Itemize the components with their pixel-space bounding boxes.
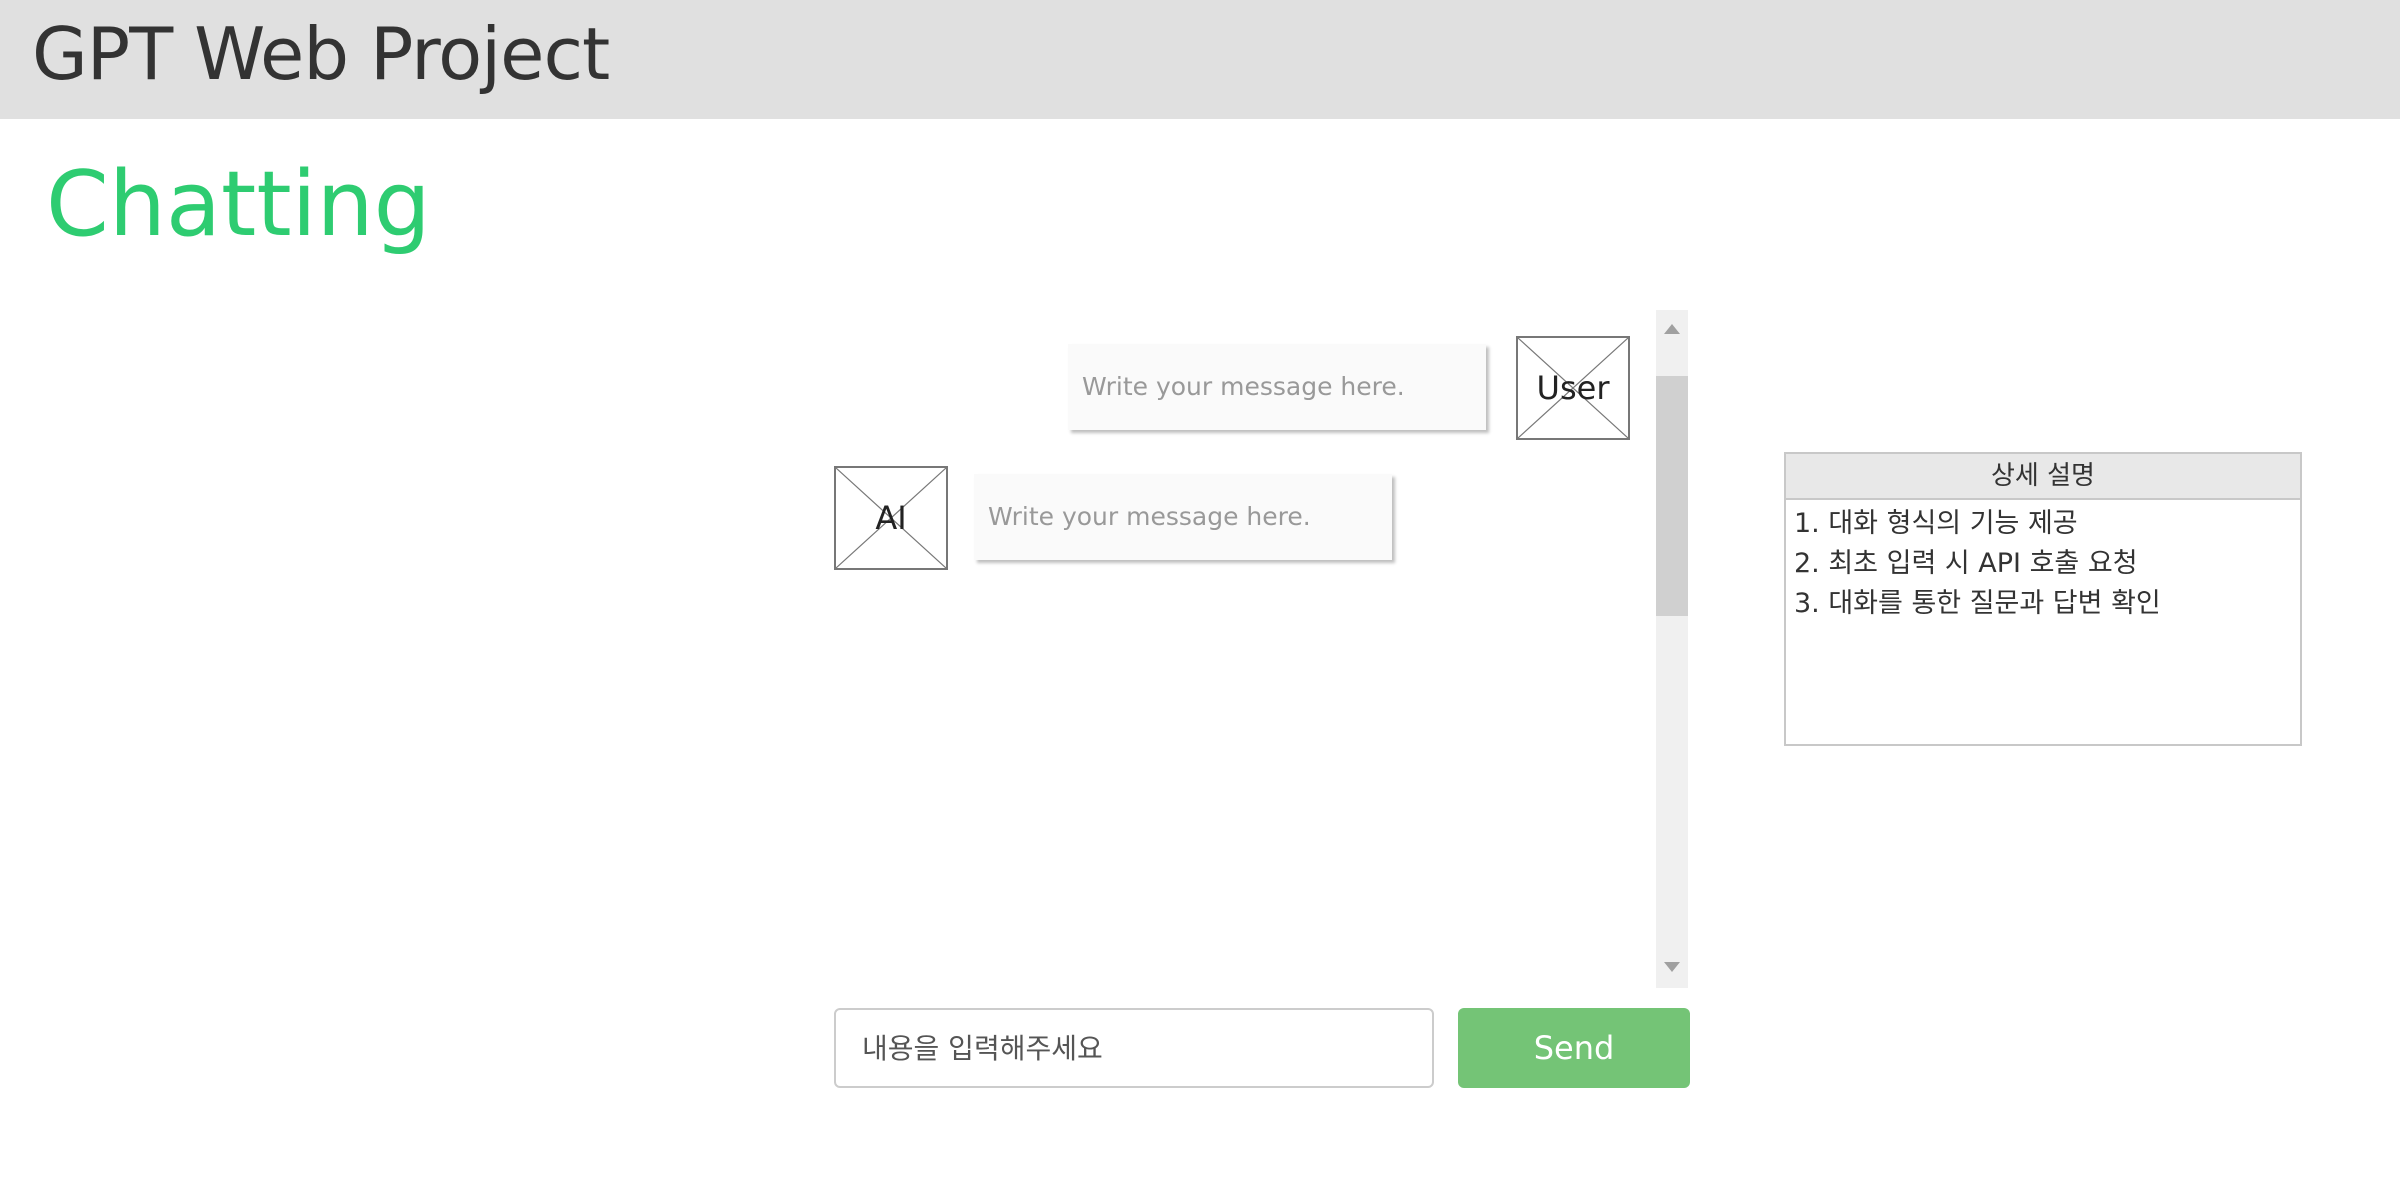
send-button[interactable]: Send (1458, 1008, 1690, 1088)
ai-message-bubble: Write your message here. (974, 474, 1392, 560)
scroll-down-arrow-icon[interactable] (1664, 962, 1680, 972)
description-panel: 상세 설명 1. 대화 형식의 기능 제공 2. 최초 입력 시 API 호출 … (1784, 452, 2302, 746)
page-title: Chatting (46, 152, 431, 257)
ai-avatar: AI (834, 466, 948, 570)
description-item: 2. 최초 입력 시 API 호출 요청 (1794, 548, 2138, 579)
description-list: 1. 대화 형식의 기능 제공 2. 최초 입력 시 API 호출 요청 3. … (1786, 500, 2300, 628)
user-message-bubble: Write your message here. (1068, 344, 1486, 430)
ai-avatar-label: AI (875, 499, 907, 537)
top-header-bar: GPT Web Project (0, 0, 2400, 119)
description-title: 상세 설명 (1786, 454, 2300, 500)
scrollbar-thumb[interactable] (1656, 376, 1688, 616)
chat-message-list: Write your message here. User AI Write y… (826, 310, 1656, 988)
description-item: 3. 대화를 통한 질문과 답변 확인 (1794, 588, 2161, 619)
user-avatar-label: User (1536, 369, 1610, 407)
description-item: 1. 대화 형식의 기능 제공 (1794, 508, 2078, 539)
message-input[interactable] (834, 1008, 1434, 1088)
scroll-up-arrow-icon[interactable] (1664, 324, 1680, 334)
chat-scrollbar[interactable] (1656, 310, 1688, 988)
user-avatar: User (1516, 336, 1630, 440)
app-title: GPT Web Project (32, 12, 610, 96)
